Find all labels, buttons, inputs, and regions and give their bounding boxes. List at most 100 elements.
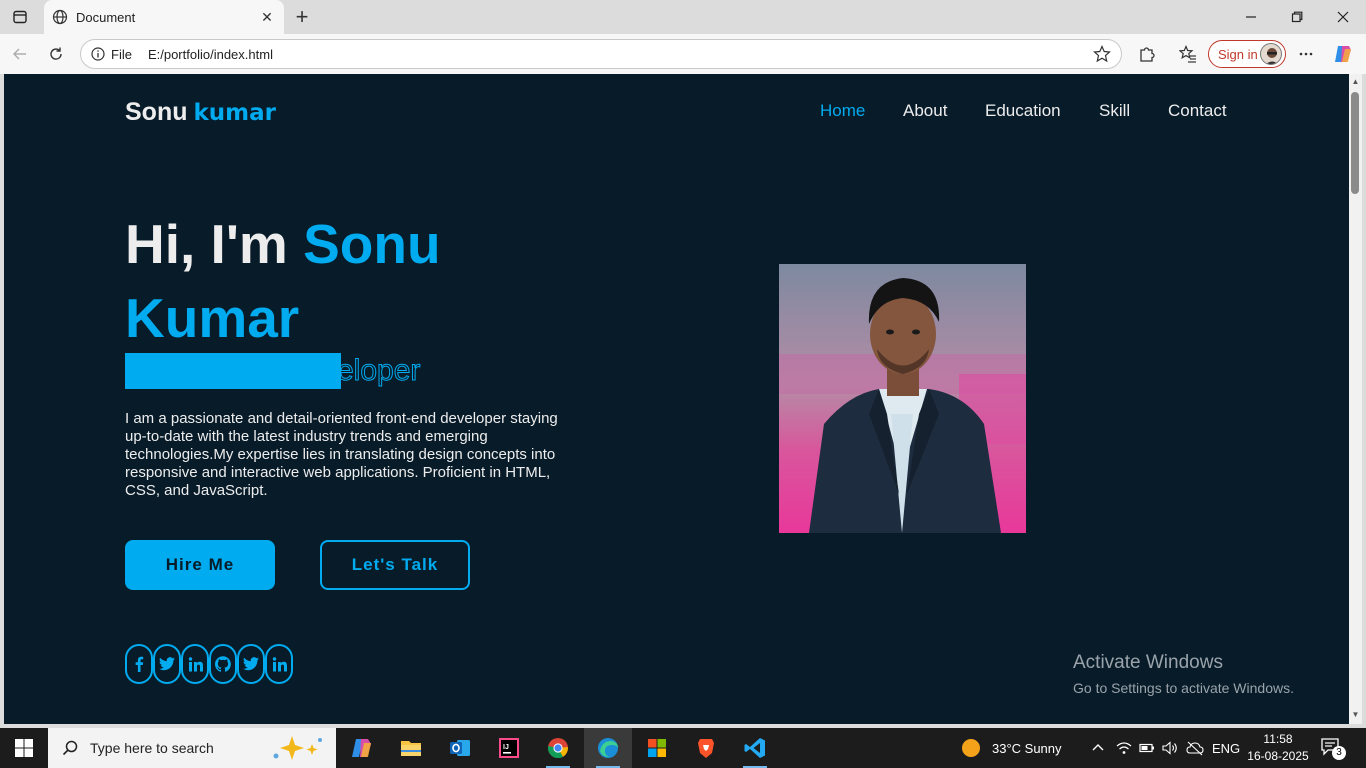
- show-hidden-icons[interactable]: [1091, 728, 1105, 768]
- lets-talk-button[interactable]: Let's Talk: [320, 540, 470, 590]
- battery-status[interactable]: [1139, 728, 1155, 768]
- linkedin-icon: [188, 656, 203, 671]
- github-icon: [215, 656, 231, 672]
- hero-greeting: Hi, I'm: [125, 213, 288, 275]
- scroll-down-icon[interactable]: ▼: [1351, 710, 1360, 719]
- typing-cover-bar: [125, 353, 341, 389]
- start-button[interactable]: [0, 728, 48, 768]
- hero-last-name: Kumar: [125, 287, 300, 349]
- typing-text: eloper: [336, 354, 421, 388]
- puzzle-icon: [1140, 47, 1155, 62]
- browser-tab[interactable]: Document ✕: [44, 0, 284, 34]
- linkedin-link[interactable]: [181, 644, 209, 684]
- wifi-icon: [1116, 742, 1132, 754]
- profile-photo: [779, 264, 1026, 533]
- taskbar-brave[interactable]: [682, 728, 730, 768]
- network-status[interactable]: [1116, 728, 1132, 768]
- page-scrollbar[interactable]: ▲ ▼: [1349, 74, 1362, 724]
- minimize-icon: [1246, 16, 1256, 18]
- windows-logo-icon: [15, 739, 33, 757]
- restore-button[interactable]: [1274, 0, 1320, 34]
- typing-animation: eloper: [125, 353, 445, 389]
- search-highlight-sparkle-icon: [273, 736, 322, 760]
- clock-date: 16-08-2025: [1247, 749, 1309, 763]
- settings-more-button[interactable]: [1294, 42, 1318, 66]
- facebook-icon: [135, 656, 144, 672]
- chevron-up-icon: [1092, 744, 1104, 751]
- scrollbar-thumb[interactable]: [1351, 92, 1359, 194]
- activate-windows-watermark: Activate Windows Go to Settings to activ…: [1073, 652, 1294, 696]
- taskbar-edge[interactable]: [584, 728, 632, 768]
- favorite-star-icon[interactable]: [1093, 45, 1111, 63]
- taskbar-copilot[interactable]: [338, 728, 386, 768]
- copilot-button[interactable]: [1331, 42, 1355, 66]
- store-icon: [648, 739, 666, 757]
- taskbar-intellij[interactable]: IJ: [485, 728, 533, 768]
- close-window-button[interactable]: [1320, 0, 1366, 34]
- address-bar[interactable]: File E:/portfolio/index.html: [80, 39, 1122, 69]
- nav-contact[interactable]: Contact: [1168, 101, 1227, 121]
- nav-about[interactable]: About: [903, 101, 947, 121]
- taskbar-vscode[interactable]: [731, 728, 779, 768]
- battery-icon: [1139, 743, 1154, 753]
- refresh-button[interactable]: [44, 42, 68, 66]
- svg-text:IJ: IJ: [503, 744, 509, 751]
- windows-taskbar: Type here to search IJ 33°C Sunny ENG 11…: [0, 728, 1366, 768]
- input-language[interactable]: ENG: [1212, 728, 1240, 768]
- notification-center-button[interactable]: 3: [1320, 736, 1346, 760]
- outlook-icon: [450, 740, 470, 756]
- twitter-link[interactable]: [153, 644, 181, 684]
- favorites-button[interactable]: [1176, 42, 1200, 66]
- nav-education[interactable]: Education: [985, 101, 1061, 121]
- back-button[interactable]: [8, 42, 32, 66]
- hire-me-button[interactable]: Hire Me: [125, 540, 275, 590]
- nav-home[interactable]: Home: [820, 101, 865, 121]
- taskbar-outlook[interactable]: [436, 728, 484, 768]
- twitter-link-2[interactable]: [237, 644, 265, 684]
- sign-in-label: Sign in: [1218, 46, 1258, 62]
- cloud-status[interactable]: [1186, 728, 1204, 768]
- scroll-up-icon[interactable]: ▲: [1351, 77, 1360, 86]
- notification-count-badge: 3: [1332, 746, 1346, 760]
- activate-subtitle: Go to Settings to activate Windows.: [1073, 680, 1294, 696]
- facebook-link[interactable]: [125, 644, 153, 684]
- sign-in-button[interactable]: Sign in: [1208, 40, 1286, 68]
- edge-icon: [598, 738, 618, 758]
- restore-icon: [1291, 11, 1303, 23]
- browser-tab-bar: Document ✕ +: [0, 0, 1366, 34]
- info-icon[interactable]: [91, 47, 105, 61]
- weather-widget[interactable]: 33°C Sunny: [960, 728, 1062, 768]
- cloud-off-icon: [1186, 741, 1204, 756]
- new-tab-button[interactable]: +: [290, 4, 314, 29]
- browser-toolbar: File E:/portfolio/index.html Sign in: [0, 34, 1366, 74]
- weather-text: 33°C Sunny: [992, 740, 1062, 756]
- copilot-icon: [1335, 46, 1351, 62]
- minimize-button[interactable]: [1228, 0, 1274, 34]
- volume-control[interactable]: [1162, 728, 1178, 768]
- linkedin-link-2[interactable]: [265, 644, 293, 684]
- site-logo[interactable]: Sonu kumar: [125, 98, 276, 127]
- extensions-button[interactable]: [1135, 42, 1159, 66]
- chrome-icon: [547, 738, 568, 759]
- tab-actions-button[interactable]: [8, 5, 32, 29]
- taskbar-file-explorer[interactable]: [387, 728, 435, 768]
- taskbar-store[interactable]: [633, 728, 681, 768]
- close-tab-icon[interactable]: ✕: [258, 8, 276, 26]
- taskbar-chrome[interactable]: [534, 728, 582, 768]
- hero-first-name: Sonu: [303, 213, 441, 275]
- address-url[interactable]: E:/portfolio/index.html: [148, 47, 1093, 62]
- language-label: ENG: [1212, 740, 1241, 756]
- taskbar-search[interactable]: Type here to search: [48, 728, 336, 768]
- nav-skill[interactable]: Skill: [1099, 101, 1130, 121]
- profile-avatar-icon: [1260, 43, 1282, 65]
- github-link[interactable]: [209, 644, 237, 684]
- search-placeholder: Type here to search: [90, 740, 214, 756]
- taskbar-clock[interactable]: 11:58 16-08-2025: [1246, 731, 1310, 765]
- vscode-icon: [744, 738, 765, 758]
- linkedin-icon: [272, 656, 287, 671]
- brave-icon: [698, 739, 714, 758]
- page-viewport: Sonu kumar Home About Education Skill Con…: [4, 74, 1349, 724]
- activate-title: Activate Windows: [1073, 652, 1223, 673]
- refresh-icon: [50, 47, 62, 60]
- folder-icon: [401, 741, 421, 756]
